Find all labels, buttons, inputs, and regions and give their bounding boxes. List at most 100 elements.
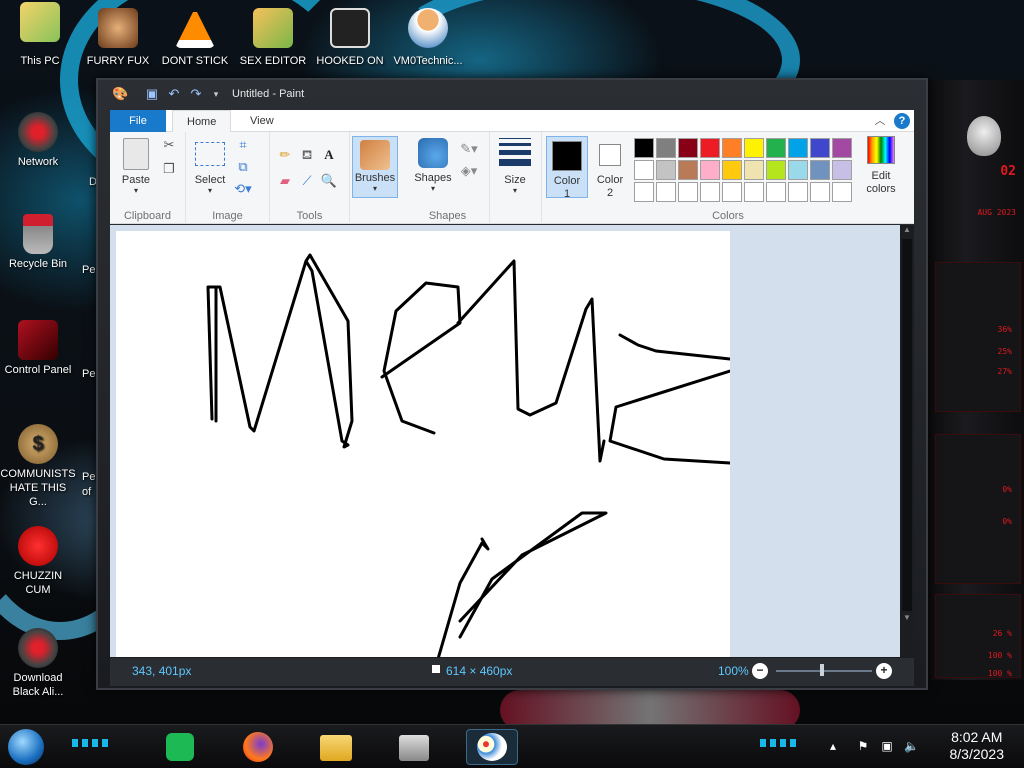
tab-view[interactable]: View [236, 110, 288, 132]
palette-swatch[interactable] [788, 138, 808, 158]
paste-button[interactable]: Paste ▾ [116, 136, 156, 195]
palette-swatch[interactable] [722, 160, 742, 180]
taskbar-firefox[interactable] [238, 729, 278, 765]
taskbar-paint[interactable] [466, 729, 518, 765]
drawing-canvas[interactable] [116, 231, 730, 657]
volume-icon[interactable]: 🔈 [904, 739, 919, 753]
crop-icon[interactable]: ⌗ [234, 136, 252, 154]
rotate-icon[interactable]: ⟲▾ [234, 180, 252, 198]
desktop-icon-furry-fux[interactable]: FURRY FUX [80, 8, 156, 68]
undo-icon[interactable]: ↶ [166, 86, 182, 102]
palette-swatch[interactable] [700, 138, 720, 158]
desktop-icon-download-black[interactable]: Download Black Ali... [0, 628, 76, 699]
pencil-icon[interactable]: ✏ [276, 146, 294, 164]
start-button[interactable] [8, 729, 44, 765]
help-icon[interactable]: ? [894, 113, 910, 129]
shapes-button[interactable]: Shapes ▾ [410, 136, 456, 193]
zoom-slider-thumb[interactable] [820, 664, 824, 676]
color-picker-icon[interactable]: ⟋ [298, 172, 316, 190]
palette-swatch[interactable] [744, 138, 764, 158]
palette-swatch[interactable] [634, 182, 654, 202]
copy-icon[interactable]: ❐ [160, 160, 178, 178]
eraser-icon[interactable]: ▰ [276, 172, 294, 190]
desktop-icon-label: Control Panel [4, 364, 72, 376]
desktop-icon-chuzzin[interactable]: CHUZZIN CUM [0, 526, 76, 597]
desktop-icon-network[interactable]: Network [0, 112, 76, 169]
desktop-icon-hooked-on[interactable]: HOOKED ON [312, 8, 388, 68]
desktop-icon-vm0technic[interactable]: VM0Technic... [390, 8, 466, 68]
palette-swatch[interactable] [700, 182, 720, 202]
network-icon [18, 112, 58, 152]
magnifier-icon[interactable]: 🔍 [320, 172, 338, 190]
save-icon[interactable]: ▣ [144, 86, 160, 102]
tab-home[interactable]: Home [172, 110, 232, 132]
text-icon[interactable]: A [320, 146, 338, 164]
desktop-icon-communists[interactable]: $ COMMUNISTS HATE THIS G... [0, 424, 76, 509]
network-tray-icon[interactable]: ▣ [880, 739, 894, 753]
palette-swatch[interactable] [810, 182, 830, 202]
palette-swatch[interactable] [700, 160, 720, 180]
palette-swatch[interactable] [656, 160, 676, 180]
hxd-editor-icon [253, 8, 293, 48]
color1-button[interactable]: Color 1 [546, 136, 588, 200]
fill-icon[interactable]: ⛾ [298, 146, 316, 164]
palette-swatch[interactable] [722, 182, 742, 202]
palette-swatch[interactable] [810, 160, 830, 180]
palette-swatch[interactable] [722, 138, 742, 158]
taskbar-spotify[interactable] [160, 729, 200, 765]
resize-icon[interactable]: ⧉ [234, 158, 252, 176]
palette-swatch[interactable] [766, 160, 786, 180]
desktop-icon-this-pc[interactable]: This PC [2, 2, 78, 68]
fill-shape-icon[interactable]: ◈▾ [460, 162, 478, 180]
palette-swatch[interactable] [788, 160, 808, 180]
paint-app-icon[interactable]: 🎨 [112, 86, 128, 102]
scroll-thumb[interactable] [902, 239, 912, 611]
taskbar-app-4[interactable] [394, 729, 434, 765]
zoom-in-button[interactable]: + [876, 663, 892, 679]
clock[interactable]: 8:02 AM 8/3/2023 [950, 729, 1005, 763]
palette-swatch[interactable] [678, 182, 698, 202]
select-button[interactable]: Select ▾ [190, 136, 230, 195]
palette-swatch[interactable] [744, 160, 764, 180]
color2-button[interactable]: Color 2 [590, 136, 630, 199]
scroll-up-icon[interactable]: ▲ [900, 225, 914, 237]
palette-swatch[interactable] [810, 138, 830, 158]
palette-swatch[interactable] [832, 138, 852, 158]
action-center-flag-icon[interactable]: ⚑ [856, 739, 870, 753]
vertical-scrollbar[interactable]: ▲ ▼ [900, 225, 914, 657]
tab-file[interactable]: File [110, 110, 166, 132]
desktop-icon-recycle-bin[interactable]: Recycle Bin [0, 214, 76, 271]
desktop-icon-sex-editor[interactable]: SEX EDITOR [235, 8, 311, 68]
palette-swatch[interactable] [656, 182, 676, 202]
size-button[interactable]: Size ▾ [494, 138, 536, 195]
show-hidden-icons-icon[interactable]: ▴ [826, 739, 840, 753]
palette-swatch[interactable] [788, 182, 808, 202]
palette-swatch[interactable] [678, 160, 698, 180]
zoom-slider[interactable] [776, 670, 872, 672]
outline-icon[interactable]: ✎▾ [460, 140, 478, 158]
redo-icon[interactable]: ↷ [188, 86, 204, 102]
palette-swatch[interactable] [832, 182, 852, 202]
palette-swatch[interactable] [766, 182, 786, 202]
palette-swatch[interactable] [832, 160, 852, 180]
customize-toolbar-icon[interactable]: ▾ [208, 86, 224, 102]
color1-swatch [552, 141, 582, 171]
paint-window: 🎨 ▣ ↶ ↷ ▾ Untitled - Paint File Home Vie… [96, 78, 928, 690]
minimize-ribbon-icon[interactable]: ︿ [872, 113, 888, 129]
zoom-out-button[interactable]: − [752, 663, 768, 679]
desktop-partial-label: Pe [82, 368, 96, 380]
palette-swatch[interactable] [634, 160, 654, 180]
palette-swatch[interactable] [766, 138, 786, 158]
brushes-button[interactable]: Brushes ▾ [352, 136, 398, 198]
scroll-down-icon[interactable]: ▼ [900, 613, 914, 625]
edit-colors-button[interactable]: Edit colors [858, 136, 904, 196]
palette-swatch[interactable] [634, 138, 654, 158]
desktop-icon-control-panel[interactable]: Control Panel [0, 320, 76, 377]
palette-swatch[interactable] [678, 138, 698, 158]
title-bar[interactable]: 🎨 ▣ ↶ ↷ ▾ Untitled - Paint [98, 80, 926, 108]
palette-swatch[interactable] [744, 182, 764, 202]
palette-swatch[interactable] [656, 138, 676, 158]
taskbar-file-explorer[interactable] [316, 729, 356, 765]
cut-icon[interactable]: ✂ [160, 136, 178, 154]
desktop-icon-dont-stick[interactable]: DONT STICK [157, 8, 233, 68]
